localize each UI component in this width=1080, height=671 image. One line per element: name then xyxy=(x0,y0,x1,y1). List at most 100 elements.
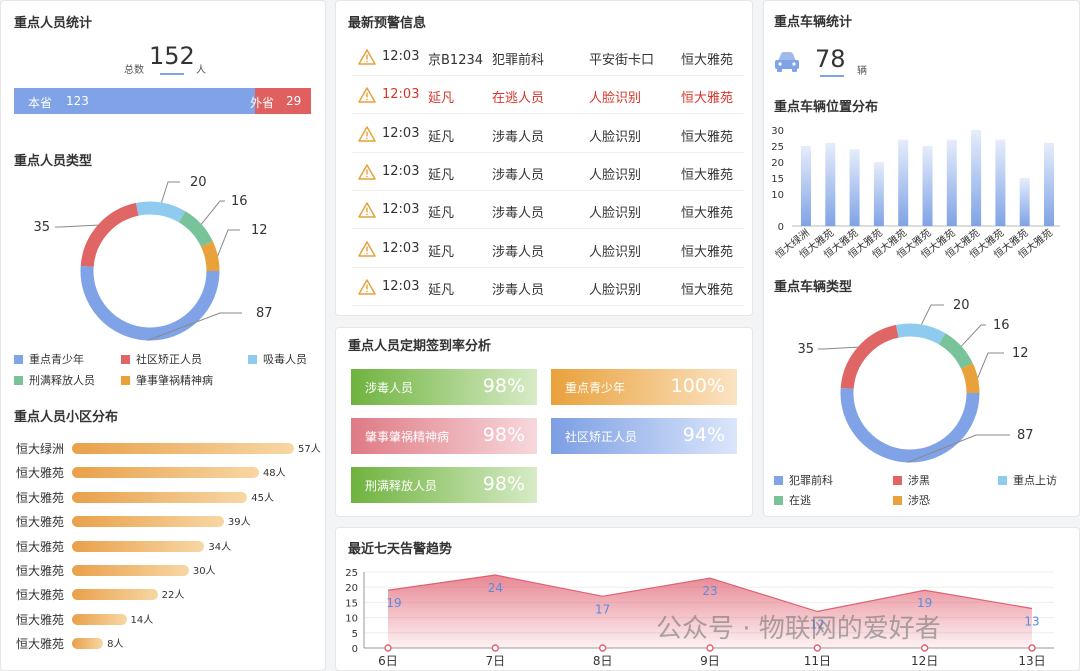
trend-x-tick: 6日 xyxy=(378,654,398,668)
alert-source: 平安街卡口 xyxy=(589,53,655,68)
trend-value-label: 23 xyxy=(702,584,717,598)
vehicle-type-leader-2 xyxy=(818,346,858,350)
vehicle-type-slice-5 xyxy=(960,363,980,394)
community-bar-label: 恒大雅苑 xyxy=(16,539,65,554)
warning-icon xyxy=(358,164,376,180)
trend-point[interactable] xyxy=(384,644,392,652)
trend-y-tick: 5 xyxy=(352,629,358,640)
trend-y-tick: 10 xyxy=(345,614,358,625)
vehicle-bar[interactable] xyxy=(922,146,933,226)
vehicle-bar[interactable] xyxy=(825,142,836,226)
person-type-leader-5 xyxy=(217,229,240,256)
vehicle-y-tick: 30 xyxy=(771,126,784,137)
vehicle-bar[interactable] xyxy=(1044,142,1054,226)
vehicles-unit: 辆 xyxy=(857,66,867,77)
alert-name: 延凡 xyxy=(428,206,455,222)
alert-name: 延凡 xyxy=(428,167,455,183)
trend-value-label: 17 xyxy=(595,602,610,616)
trend-y-tick: 20 xyxy=(345,583,358,594)
community-bar-value: 30人 xyxy=(192,566,216,577)
community-bar xyxy=(72,443,294,454)
trend-x-tick: 9日 xyxy=(700,654,720,668)
community-bar xyxy=(72,540,205,552)
community-bar-label: 恒大雅苑 xyxy=(16,612,65,627)
person-type-label-4: 16 xyxy=(231,194,248,209)
persons-total-underline xyxy=(160,73,184,75)
persons-other-label: 外省 xyxy=(250,96,275,110)
vehicle-y-tick: 25 xyxy=(771,142,784,153)
community-bar-label: 恒大绿洲 xyxy=(16,442,65,456)
person-types-title: 重点人员类型 xyxy=(14,154,93,169)
trend-x-tick: 12日 xyxy=(911,654,938,668)
community-bar-label: 恒大雅苑 xyxy=(16,515,65,530)
community-bar-value: 8人 xyxy=(107,639,124,651)
community-bar-label: 恒大雅苑 xyxy=(16,588,65,603)
persons-split-bar: 本省 123 外省 29 xyxy=(14,88,311,114)
trend-point[interactable] xyxy=(706,644,714,652)
community-bar xyxy=(72,565,189,576)
alert-type: 涉毒人员 xyxy=(492,244,545,260)
signin-title: 重点人员定期签到率分析 xyxy=(348,339,492,354)
legend-swatch xyxy=(998,475,1007,485)
person-type-slice-3 xyxy=(135,201,186,223)
alert-row[interactable]: 12:03 延凡 涉毒人员 人脸识别 恒大雅苑 xyxy=(352,191,744,230)
alert-source: 人脸识别 xyxy=(589,206,642,222)
vehicle-y-tick: 10 xyxy=(771,190,784,201)
vehicle-bar[interactable] xyxy=(1019,178,1030,226)
person-type-leader-2 xyxy=(55,224,98,228)
signin-rate-label: 肇事肇祸精神病 xyxy=(365,430,450,444)
signin-rate-label: 社区矫正人员 xyxy=(565,430,638,444)
alert-source: 人脸识别 xyxy=(589,282,642,298)
vehicle-bar[interactable] xyxy=(898,139,909,226)
vehicle-bar[interactable] xyxy=(946,139,957,226)
person-type-label-5: 12 xyxy=(251,223,268,238)
alert-row[interactable]: 12:03 延凡 涉毒人员 人脸识别 恒大雅苑 xyxy=(352,230,744,268)
person-legend-4: 刑满释放人员 xyxy=(14,372,95,388)
alert-name: 京B1234 xyxy=(428,53,484,68)
persons-total-unit: 人 xyxy=(196,65,206,76)
vehicle-bar[interactable] xyxy=(995,139,1006,226)
alert-place: 恒大雅苑 xyxy=(681,91,734,107)
vehicle-bar[interactable] xyxy=(849,149,860,226)
legend-swatch xyxy=(121,375,130,385)
persons-local-label: 本省 xyxy=(28,96,53,110)
alert-row[interactable]: 12:03 延凡 涉毒人员 人脸识别 恒大雅苑 xyxy=(352,115,744,153)
community-bar-value: 39人 xyxy=(227,517,251,529)
vehicle-type-slice-2 xyxy=(840,324,899,390)
alert-row[interactable]: 12:03 延凡 涉毒人员 人脸识别 恒大雅苑 xyxy=(352,153,744,191)
trend-point[interactable] xyxy=(491,644,500,652)
alert-place: 恒大雅苑 xyxy=(681,244,734,260)
community-bar-value: 14人 xyxy=(130,614,154,626)
vehicle-types-donut-chart: 87 35 20 1612 xyxy=(797,298,1034,463)
legend-swatch xyxy=(14,375,23,385)
vehicle-type-leader-5 xyxy=(977,352,1004,378)
community-bar xyxy=(72,467,259,479)
car-icon xyxy=(775,52,799,72)
alert-row[interactable]: 12:03 延凡 涉毒人员 人脸识别 恒大雅苑 xyxy=(352,268,744,306)
warning-icon xyxy=(358,279,376,295)
community-bar-value: 22人 xyxy=(161,590,185,602)
legend-swatch xyxy=(774,495,783,505)
vehicle-bar[interactable] xyxy=(873,162,884,226)
alert-row[interactable]: 12:03 京B1234 犯罪前科 平安街卡口 恒大雅苑 xyxy=(352,38,744,76)
trend-point[interactable] xyxy=(813,644,822,652)
trend-point[interactable] xyxy=(1028,644,1036,652)
person-types-donut-chart: 87 35 20 1612 xyxy=(33,175,273,341)
warning-icon xyxy=(358,49,376,65)
signin-rate-card: 肇事肇祸精神病 98% xyxy=(351,418,537,454)
alert-source: 人脸识别 xyxy=(589,167,642,183)
legend-swatch xyxy=(893,495,902,505)
vehicle-legend-5: 涉恐 xyxy=(893,492,930,508)
community-bar-value: 48人 xyxy=(262,468,286,480)
persons-total-label: 总数 xyxy=(124,65,144,76)
vehicle-bar[interactable] xyxy=(801,146,811,226)
alert-type: 犯罪前科 xyxy=(492,53,545,68)
alert-row[interactable]: 12:03 延凡 在逃人员 人脸识别 恒大雅苑 xyxy=(352,76,744,115)
trend-point[interactable] xyxy=(920,644,929,652)
vehicle-type-slice-1 xyxy=(840,387,980,463)
community-bar xyxy=(72,613,127,625)
trend-point[interactable] xyxy=(598,644,607,652)
alert-source: 人脸识别 xyxy=(589,91,642,107)
vehicle-bar[interactable] xyxy=(971,130,982,226)
alert-time: 12:03 xyxy=(382,87,420,103)
